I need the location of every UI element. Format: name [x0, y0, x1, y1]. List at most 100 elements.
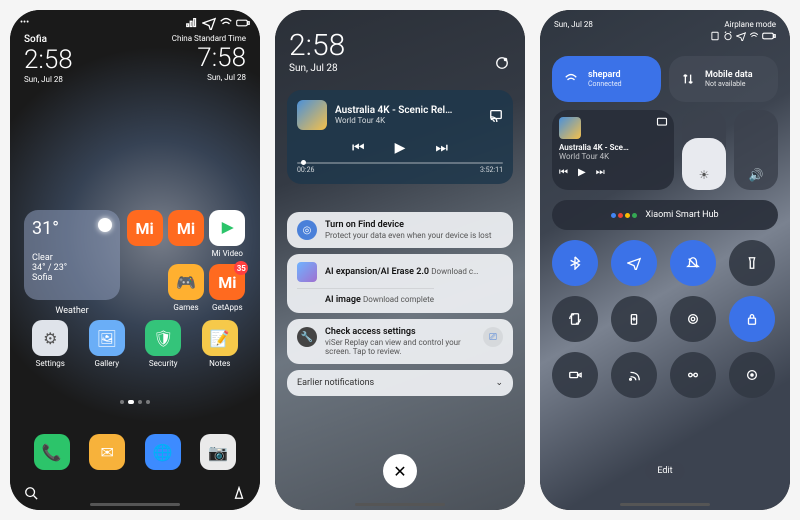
app-games[interactable]: 🎮Games: [167, 264, 204, 312]
mobile-data-tile[interactable]: Mobile data Not available: [669, 56, 778, 102]
dock-camera[interactable]: 📷: [191, 434, 247, 470]
chevron-down-icon: ⌄: [495, 378, 503, 388]
play-button[interactable]: ▶: [395, 140, 406, 156]
clock-date-right: Sun, Jul 28: [166, 73, 246, 82]
smart-hub-bar[interactable]: Xiaomi Smart Hub: [552, 200, 778, 230]
app-grid-bottom: ⚙Settings 🖼Gallery 🛡Security 📝Notes: [24, 320, 246, 368]
cc-mode: Airplane mode: [710, 20, 776, 29]
data-icon: [679, 70, 697, 88]
hotspot-toggle[interactable]: [670, 352, 716, 398]
next-button[interactable]: ⏭: [596, 167, 605, 178]
home-indicator[interactable]: [90, 503, 180, 506]
airplane-icon: [736, 31, 746, 41]
notif-body: Protect your data even when your device …: [325, 231, 503, 240]
app-mi-video[interactable]: Mi Video: [209, 210, 246, 258]
ai-line2-body: Download complete: [363, 295, 434, 304]
home-screen: ••• Sofia 2:58 Sun, Jul 28 China Standar…: [10, 10, 260, 510]
dnd-toggle[interactable]: [670, 240, 716, 286]
sim-icon: [710, 31, 720, 41]
cc-status-bar: Sun, Jul 28 Airplane mode: [554, 20, 776, 41]
screenshot-toggle[interactable]: [729, 352, 775, 398]
wifi-tile-title: shepard: [588, 70, 622, 80]
previous-button[interactable]: ⏮: [352, 140, 365, 156]
cast-icon[interactable]: [489, 108, 503, 122]
cc-media-sub: World Tour 4K: [559, 152, 667, 161]
media-thumbnail: [297, 100, 327, 130]
weather-range: 34° / 23°: [32, 263, 112, 273]
status-bar: •••: [20, 16, 250, 30]
darkmode-toggle[interactable]: [670, 296, 716, 342]
assistant-icon: [611, 213, 637, 218]
search-icon[interactable]: [24, 486, 38, 500]
alarm-icon: [723, 31, 733, 41]
app-mi-1[interactable]: Mi: [126, 210, 163, 258]
dock-phone[interactable]: 📞: [24, 434, 80, 470]
cc-media-thumb: [559, 117, 581, 139]
ai-thumb-icon: [297, 262, 317, 282]
status-more-icon: •••: [20, 18, 29, 28]
notif-ai-download[interactable]: AI expansion/AI Erase 2.0 Download c… AI…: [287, 254, 513, 313]
ai-line1-title: AI expansion/AI Erase 2.0: [325, 267, 429, 277]
signal-icon: [185, 16, 199, 30]
weather-city: Sofia: [32, 273, 112, 283]
wifi-icon: [562, 70, 580, 88]
earlier-notifications[interactable]: Earlier notifications ⌄: [287, 370, 513, 396]
media-scrubber[interactable]: [297, 162, 503, 164]
volume-icon: 🔊: [749, 168, 764, 182]
app-gallery[interactable]: 🖼Gallery: [81, 320, 134, 368]
battery-saver-toggle[interactable]: [611, 296, 657, 342]
media-player-card[interactable]: Australia 4K - Scenic Rel… World Tour 4K…: [287, 90, 513, 184]
home-indicator[interactable]: [355, 503, 445, 506]
notif-access-settings[interactable]: 🔧 Check access settings viSer Replay can…: [287, 319, 513, 364]
bluetooth-toggle[interactable]: [552, 240, 598, 286]
weather-cond: Clear: [32, 253, 112, 263]
airplane-toggle[interactable]: [611, 240, 657, 286]
cc-date: Sun, Jul 28: [554, 20, 593, 29]
dual-clock-widget[interactable]: Sofia 2:58 Sun, Jul 28 China Standard Ti…: [24, 34, 246, 84]
sun-icon: [98, 218, 112, 232]
weather-widget[interactable]: 31° Clear 34° / 23° Sofia: [24, 210, 120, 300]
battery-icon: [236, 16, 250, 30]
clock-city-left: Sofia: [24, 34, 73, 45]
app-mi-2[interactable]: Mi: [167, 210, 204, 258]
ai-line1-body: Download c…: [431, 267, 478, 276]
autorotate-toggle[interactable]: [552, 296, 598, 342]
cast-toggle[interactable]: [611, 352, 657, 398]
next-button[interactable]: ⏭: [435, 140, 448, 156]
radar-icon: ◎: [297, 220, 317, 240]
dock-browser[interactable]: 🌐: [135, 434, 191, 470]
play-button[interactable]: ▶: [578, 167, 586, 178]
control-center: Sun, Jul 28 Airplane mode shepard Connec…: [540, 10, 790, 510]
edit-button[interactable]: Edit: [645, 462, 684, 480]
ai-line2-title: AI image: [325, 295, 361, 305]
media-elapsed: 00:26: [297, 166, 314, 174]
app-security[interactable]: 🛡Security: [137, 320, 190, 368]
settings-shortcut-icon[interactable]: [493, 54, 511, 72]
cc-media-card[interactable]: Australia 4K - Sce… World Tour 4K ⏮ ▶ ⏭: [552, 110, 674, 190]
app-notes[interactable]: 📝Notes: [194, 320, 247, 368]
clock-time-right: 7:58: [166, 45, 246, 71]
volume-slider[interactable]: 🔊: [734, 110, 778, 190]
media-subtitle: World Tour 4K: [335, 116, 452, 125]
brightness-slider[interactable]: ☀: [682, 110, 726, 190]
data-tile-sub: Not available: [705, 80, 753, 88]
clock-date-left: Sun, Jul 28: [24, 75, 73, 84]
previous-button[interactable]: ⏮: [559, 167, 568, 178]
page-indicator: [10, 400, 260, 404]
record-toggle[interactable]: [552, 352, 598, 398]
dock-messages[interactable]: ✉: [80, 434, 136, 470]
toggle-grid: [552, 240, 778, 398]
home-indicator[interactable]: [620, 503, 710, 506]
close-button[interactable]: ✕: [383, 454, 417, 488]
cast-icon[interactable]: [656, 116, 668, 128]
flashlight-toggle[interactable]: [729, 240, 775, 286]
hub-label: Xiaomi Smart Hub: [645, 210, 718, 220]
notif-find-device[interactable]: ◎ Turn on Find device Protect your data …: [287, 212, 513, 248]
app-settings[interactable]: ⚙Settings: [24, 320, 77, 368]
bottom-bar: [24, 486, 246, 500]
app-getapps[interactable]: Mi35GetApps: [209, 264, 246, 312]
lock-toggle[interactable]: [729, 296, 775, 342]
drawer-icon[interactable]: [232, 486, 246, 500]
battery-icon: [762, 31, 776, 41]
wifi-tile[interactable]: shepard Connected: [552, 56, 661, 102]
